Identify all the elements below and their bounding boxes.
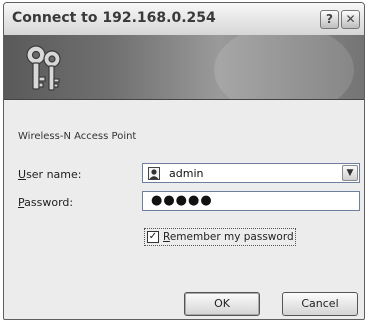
window-title: Connect to 192.168.0.254 — [12, 10, 216, 26]
help-button[interactable]: ? — [320, 10, 339, 29]
username-value: admin — [169, 167, 204, 180]
username-combobox[interactable]: admin ▼ — [142, 163, 360, 183]
remember-label-accesskey: R — [163, 231, 170, 243]
user-avatar-icon — [148, 167, 160, 180]
remember-password-checkbox[interactable]: ✓ Remember my password — [144, 228, 296, 246]
ok-button[interactable]: OK — [184, 292, 260, 316]
login-dialog: Connect to 192.168.0.254 ? ✕ Wireless-N … — [3, 2, 365, 320]
close-button[interactable]: ✕ — [341, 10, 360, 29]
remember-label-text: emember my password — [169, 231, 294, 243]
password-label: Password: — [18, 196, 73, 209]
username-label-text: ser name: — [26, 168, 82, 181]
checkmark-icon[interactable]: ✓ — [147, 231, 159, 243]
password-label-text: assword: — [24, 196, 74, 209]
banner — [4, 35, 364, 100]
server-description: Wireless-N Access Point — [18, 131, 137, 142]
password-value: ●●●●● — [151, 193, 213, 208]
keys-icon — [26, 45, 61, 91]
cancel-button[interactable]: Cancel — [282, 292, 358, 316]
remember-password-label: Remember my password — [163, 231, 294, 243]
username-label-accesskey: U — [18, 168, 27, 181]
banner-swoosh — [214, 35, 354, 99]
chevron-down-icon[interactable]: ▼ — [342, 165, 358, 181]
username-label: User name: — [18, 168, 81, 181]
password-field[interactable]: ●●●●● — [142, 191, 360, 211]
title-bar[interactable]: Connect to 192.168.0.254 ? ✕ — [4, 3, 364, 36]
